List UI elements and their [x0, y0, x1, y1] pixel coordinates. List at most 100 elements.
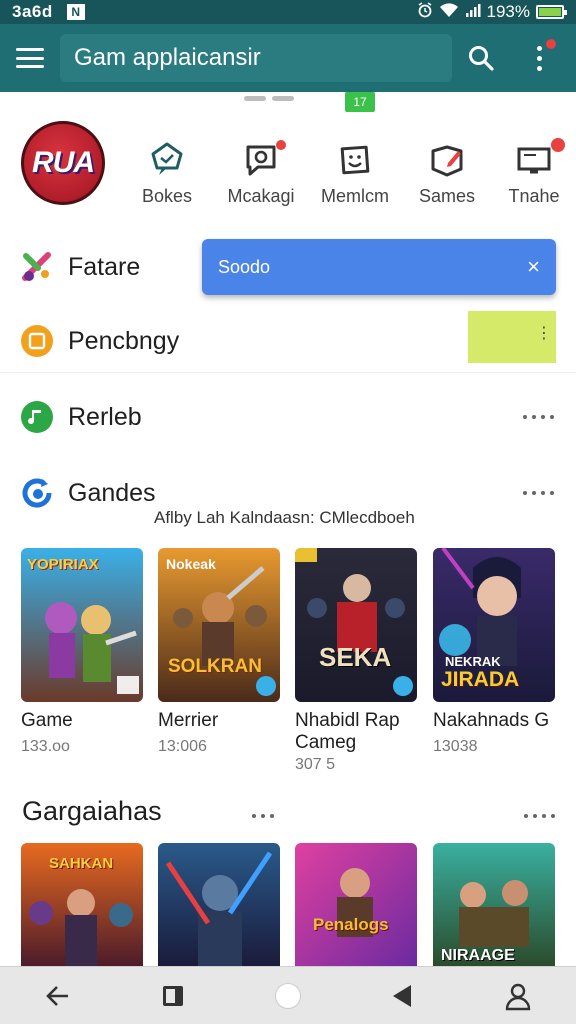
game-cover: SEKA [295, 548, 417, 702]
game-cover: Nokeak SOLKRAN [158, 548, 280, 702]
app-logo-text: RUA [32, 146, 95, 179]
cover-title: NEKRAK [445, 654, 501, 669]
signal-icon [465, 2, 481, 23]
shortcut-label: Mcakagi [227, 186, 295, 206]
search-input[interactable]: Gam applaicansir [60, 34, 452, 82]
home-circle-icon [274, 982, 301, 1009]
alarm-icon [417, 1, 433, 23]
shortcut-label: Sames [418, 186, 476, 206]
search-button[interactable] [452, 24, 510, 92]
row-label: Gandes [68, 478, 156, 507]
hamburger-icon [16, 48, 44, 68]
overflow-menu-button[interactable] [510, 24, 568, 92]
section-subtitle: Aflby Lah Kalndaasn: CMlecdboeh [154, 508, 415, 527]
game-subtitle: 13:006 [158, 738, 207, 755]
monitor-icon [491, 138, 576, 182]
row-label: Pencbngy [68, 326, 180, 355]
shortcut-label: Tnahe [508, 186, 560, 206]
nav-home[interactable] [258, 967, 318, 1024]
shortcut-sames[interactable]: Sames [404, 138, 490, 207]
music-note-icon [20, 400, 54, 434]
game-card[interactable]: YOPIRIAX Game 133.oo [21, 548, 143, 756]
drag-handle[interactable] [244, 96, 294, 101]
notification-dot [276, 140, 286, 150]
face-badge-icon [312, 138, 398, 182]
chat-bubble-icon [124, 138, 210, 182]
game-title: Game [21, 710, 73, 731]
row-label: Rerleb [68, 402, 142, 431]
highlight-block[interactable]: ⋮ [468, 311, 556, 363]
overflow-indicator: ⋮ [536, 325, 552, 342]
message-icon [218, 138, 304, 182]
tab-badge[interactable]: 17 [345, 92, 375, 112]
edit-tag-icon [404, 138, 490, 182]
row-label: Fatare [68, 252, 141, 281]
cover-title: Nokeak [166, 556, 216, 572]
game-title: Nakahnads G [433, 710, 550, 731]
game-cover: YOPIRIAX [21, 548, 143, 702]
cover-title: Penalogs [313, 915, 389, 934]
back-arrow-icon [45, 985, 68, 1006]
game-card[interactable]: SEKA Nhabidl Rap Cameg 307 5 [295, 548, 417, 774]
shortcut-label: Memlcm [321, 186, 389, 206]
games-carousel-2: SAHKAN Penalogs NIRAAGE [0, 843, 576, 968]
profile-icon [506, 983, 531, 1010]
game-card[interactable]: Nokeak SOLKRAN Merrier 13:006 [158, 548, 280, 756]
notification-app-icon: N [66, 4, 85, 20]
shortcut-label: Bokes [141, 186, 193, 206]
snackbar-text: Soodo [218, 256, 271, 277]
notification-dot [551, 138, 565, 152]
search-input-text: Gam applaicansir [74, 44, 261, 71]
notification-dot [546, 39, 556, 49]
more-dots-icon[interactable] [523, 491, 554, 495]
nav-back[interactable] [373, 967, 433, 1024]
wifi-icon [439, 2, 459, 23]
battery-icon [536, 5, 567, 19]
close-icon[interactable]: × [527, 254, 540, 280]
system-nav-bar [0, 966, 576, 1024]
status-right: 193% [417, 1, 567, 23]
back-triangle-icon [393, 984, 412, 1007]
nav-recents[interactable] [143, 967, 203, 1024]
section-title: Gargaiahas [22, 796, 162, 826]
game-card[interactable]: NEKRAK JIRADA Nakahnads G 13038 [433, 548, 555, 756]
puzzle-icon [20, 250, 54, 284]
cover-subtitle: JIRADA [441, 668, 520, 691]
shortcut-row: RUA Bokes Mcakagi Memlcm Sames Tnahe [0, 118, 576, 213]
nav-back-arrow[interactable] [28, 967, 88, 1024]
status-bar: 3a6d N 193% [0, 0, 576, 24]
shortcut-tnahe[interactable]: Tnahe [491, 138, 576, 207]
game-cover-card[interactable]: NIRAAGE [433, 843, 555, 968]
snackbar[interactable]: Soodo × [202, 239, 556, 295]
game-cover-card[interactable] [158, 843, 280, 968]
row-refresh[interactable]: Rerleb [0, 386, 576, 448]
cover-title: SAHKAN [49, 855, 114, 872]
more-dots-icon[interactable] [523, 415, 554, 419]
shortcut-memlcm[interactable]: Memlcm [312, 138, 398, 207]
status-time: 3a6d [12, 2, 53, 21]
shortcut-bokes[interactable]: Bokes [124, 138, 210, 207]
app-logo[interactable]: RUA [21, 121, 105, 205]
game-subtitle: 13038 [433, 738, 478, 755]
game-subtitle: 133.oo [21, 738, 70, 755]
cover-title: SEKA [319, 642, 392, 672]
game-title: Nhabidl Rap Cameg [295, 710, 400, 753]
cover-title: YOPIRIAX [27, 556, 99, 573]
games-carousel: YOPIRIAX Game 133.oo Nokeak SOLKRAN Merr… [0, 548, 576, 778]
top-app-bar: Gam applaicansir [0, 24, 576, 92]
cover-title: NIRAAGE [441, 947, 515, 964]
more-dots-icon[interactable] [252, 814, 274, 818]
nav-profile[interactable] [488, 967, 548, 1024]
screen: 3a6d N 193% Gam applaicansir 17 RUA Boke… [0, 0, 576, 1024]
kebab-icon [536, 45, 542, 71]
game-cover-card[interactable]: Penalogs [295, 843, 417, 968]
battery-percent: 193% [486, 2, 530, 21]
game-cover: NEKRAK JIRADA [433, 548, 555, 702]
menu-button[interactable] [0, 24, 60, 92]
game-cover-card[interactable]: SAHKAN [21, 843, 143, 968]
square-badge-icon [20, 324, 54, 358]
more-dots-icon[interactable] [524, 814, 555, 818]
shortcut-mcakagi[interactable]: Mcakagi [218, 138, 304, 207]
battery-fill [539, 8, 562, 16]
divider [0, 372, 576, 373]
